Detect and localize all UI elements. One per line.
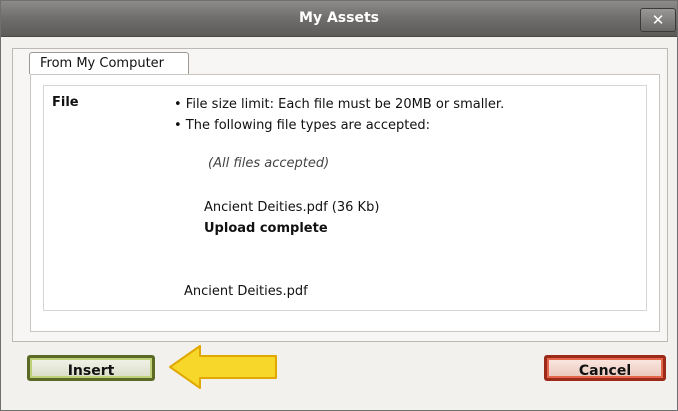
my-assets-dialog: My Assets ✕ From My Computer File • File… xyxy=(0,0,678,411)
insert-button[interactable]: Insert xyxy=(27,355,155,381)
tab-from-my-computer[interactable]: From My Computer xyxy=(29,52,189,74)
selected-file-name: Ancient Deities.pdf xyxy=(184,284,308,299)
dialog-title: My Assets xyxy=(299,10,379,26)
file-label: File xyxy=(52,95,79,110)
upload-status: Upload complete xyxy=(204,221,328,236)
tab-content: File • File size limit: Each file must b… xyxy=(30,74,660,332)
file-size-limit-text: • File size limit: Each file must be 20M… xyxy=(174,97,505,112)
upload-rules: • File size limit: Each file must be 20M… xyxy=(174,94,504,136)
accepted-types-note: (All files accepted) xyxy=(208,156,330,171)
uploaded-file-name: Ancient Deities.pdf (36 Kb) xyxy=(204,200,380,215)
cancel-button[interactable]: Cancel xyxy=(544,355,666,381)
close-icon: ✕ xyxy=(651,11,665,29)
file-upload-section: File • File size limit: Each file must b… xyxy=(43,85,647,311)
left-pointing-arrow-icon xyxy=(169,345,277,389)
close-button[interactable]: ✕ xyxy=(640,8,676,32)
accepted-types-text: • The following file types are accepted: xyxy=(174,118,430,133)
title-bar: My Assets ✕ xyxy=(1,1,677,37)
